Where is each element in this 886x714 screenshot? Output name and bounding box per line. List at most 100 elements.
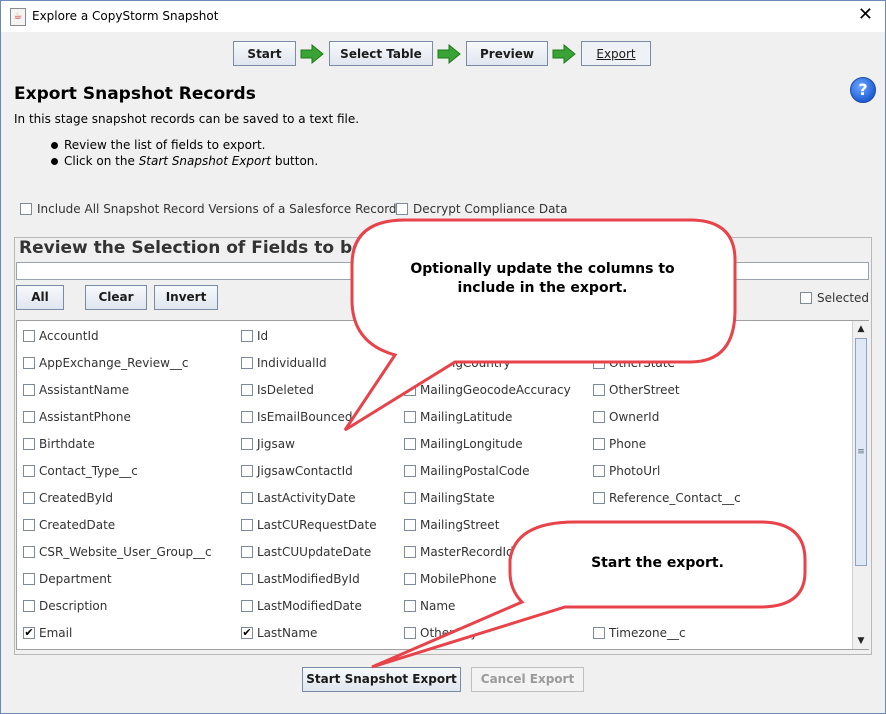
field-label: MasterRecordId	[420, 545, 514, 559]
field-label: MailingStreet	[420, 518, 500, 532]
decrypt-compliance-checkbox[interactable]	[396, 203, 408, 215]
page-title: Export Snapshot Records	[14, 84, 256, 104]
field-checkbox[interactable]	[241, 492, 253, 504]
field-checkbox[interactable]: ✔	[241, 627, 253, 639]
field-checkbox[interactable]: ✔	[23, 627, 35, 639]
field-checkbox[interactable]	[23, 600, 35, 612]
window-title: Explore a CopyStorm Snapshot	[32, 9, 219, 23]
field-label: Birthdate	[39, 437, 95, 451]
instruction-text: Click on the	[64, 154, 139, 168]
field-checkbox[interactable]	[241, 357, 253, 369]
field-label: IsEmailBounced	[257, 410, 353, 424]
field-checkbox[interactable]	[404, 438, 416, 450]
field-checkbox[interactable]	[241, 384, 253, 396]
fields-section-title: Review the Selection of Fields to be Inc	[19, 238, 399, 258]
instruction-bullet-2: Click on the Start Snapshot Export butto…	[51, 154, 318, 168]
instruction-bullet-1: Review the list of fields to export.	[51, 138, 266, 152]
field-checkbox[interactable]	[23, 330, 35, 342]
field-label: Email	[39, 626, 73, 640]
field-label: LastActivityDate	[257, 491, 356, 505]
field-checkbox[interactable]	[593, 627, 605, 639]
start-snapshot-export-button[interactable]: Start Snapshot Export	[302, 667, 461, 692]
field-label: LastName	[257, 626, 318, 640]
field-checkbox[interactable]	[23, 519, 35, 531]
field-checkbox[interactable]	[23, 465, 35, 477]
field-label: IndividualId	[257, 356, 327, 370]
instruction-text: Review the list of fields to export.	[64, 138, 266, 152]
field-checkbox[interactable]	[23, 573, 35, 585]
field-checkbox[interactable]	[241, 411, 253, 423]
field-checkbox[interactable]	[404, 519, 416, 531]
field-label: AssistantName	[39, 383, 130, 397]
field-checkbox[interactable]	[23, 438, 35, 450]
field-label: AccountId	[39, 329, 99, 343]
field-label: OtherCity	[420, 626, 478, 640]
field-label: MailingLongitude	[420, 437, 523, 451]
help-icon[interactable]: ?	[850, 77, 876, 103]
field-checkbox[interactable]	[241, 600, 253, 612]
field-checkbox[interactable]	[404, 627, 416, 639]
step-preview-button[interactable]: Preview	[466, 41, 548, 66]
field-label: MailingPostalCode	[420, 464, 530, 478]
step-arrow-icon	[437, 44, 461, 64]
step-start-button[interactable]: Start	[233, 41, 296, 66]
scroll-thumb[interactable]: ≡	[855, 338, 867, 566]
include-all-versions-label: Include All Snapshot Record Versions of …	[37, 202, 397, 216]
field-label: Contact_Type__c	[39, 464, 138, 478]
field-checkbox[interactable]	[241, 519, 253, 531]
field-checkbox[interactable]	[593, 357, 605, 369]
field-label: IsDeleted	[257, 383, 314, 397]
instruction-emphasis: Start Snapshot Export	[138, 154, 272, 168]
field-checkbox[interactable]	[404, 465, 416, 477]
scroll-up-icon[interactable]: ▲	[853, 321, 869, 337]
field-checkbox[interactable]	[593, 411, 605, 423]
field-label: Timezone__c	[609, 626, 686, 640]
step-export-button[interactable]: Export	[581, 41, 651, 66]
field-checkbox[interactable]	[404, 546, 416, 558]
field-label: Name	[420, 599, 456, 613]
field-label: CSR_Website_User_Group__c	[39, 545, 212, 559]
field-label: MailingLatitude	[420, 410, 513, 424]
field-checkbox[interactable]	[23, 384, 35, 396]
decrypt-compliance-label: Decrypt Compliance Data	[413, 202, 568, 216]
field-checkbox[interactable]	[404, 492, 416, 504]
field-checkbox[interactable]	[593, 438, 605, 450]
field-list-scrollbar[interactable]: ▲ ≡ ▼	[852, 321, 869, 649]
select-all-button[interactable]: All	[16, 285, 64, 310]
field-checkbox[interactable]	[241, 546, 253, 558]
field-checkbox[interactable]	[241, 330, 253, 342]
field-checkbox[interactable]	[593, 492, 605, 504]
field-label: AssistantPhone	[39, 410, 131, 424]
field-label: Description	[39, 599, 108, 613]
bottom-callout-text: Start the export.	[591, 555, 724, 571]
field-label: AppExchange_Review__c	[39, 356, 189, 370]
field-checkbox[interactable]	[23, 492, 35, 504]
field-label: LastModifiedById	[257, 572, 360, 586]
field-label: LastModifiedDate	[257, 599, 362, 613]
scroll-down-icon[interactable]: ▼	[853, 633, 869, 649]
field-checkbox[interactable]	[23, 411, 35, 423]
field-checkbox[interactable]	[404, 411, 416, 423]
field-checkbox[interactable]	[23, 357, 35, 369]
field-checkbox[interactable]	[404, 573, 416, 585]
clear-button[interactable]: Clear	[85, 285, 147, 310]
field-checkbox[interactable]	[593, 465, 605, 477]
field-checkbox[interactable]	[593, 384, 605, 396]
field-checkbox[interactable]	[241, 465, 253, 477]
field-checkbox[interactable]	[241, 573, 253, 585]
field-checkbox[interactable]	[404, 600, 416, 612]
field-checkbox[interactable]	[404, 384, 416, 396]
field-label: Reference_Contact__c	[609, 491, 741, 505]
step-arrow-icon	[300, 44, 324, 64]
field-label: OtherState	[609, 356, 675, 370]
field-label: MobilePhone	[420, 572, 497, 586]
title-bar: ☕ Explore a CopyStorm Snapshot ✕	[1, 1, 885, 32]
field-checkbox[interactable]	[23, 546, 35, 558]
invert-button[interactable]: Invert	[154, 285, 218, 310]
step-select-table-button[interactable]: Select Table	[329, 41, 433, 66]
close-icon[interactable]: ✕	[858, 5, 873, 25]
cancel-export-button[interactable]: Cancel Export	[471, 667, 584, 692]
field-checkbox[interactable]	[241, 438, 253, 450]
selected-filter-checkbox[interactable]	[800, 292, 812, 304]
include-all-versions-checkbox[interactable]	[20, 203, 32, 215]
